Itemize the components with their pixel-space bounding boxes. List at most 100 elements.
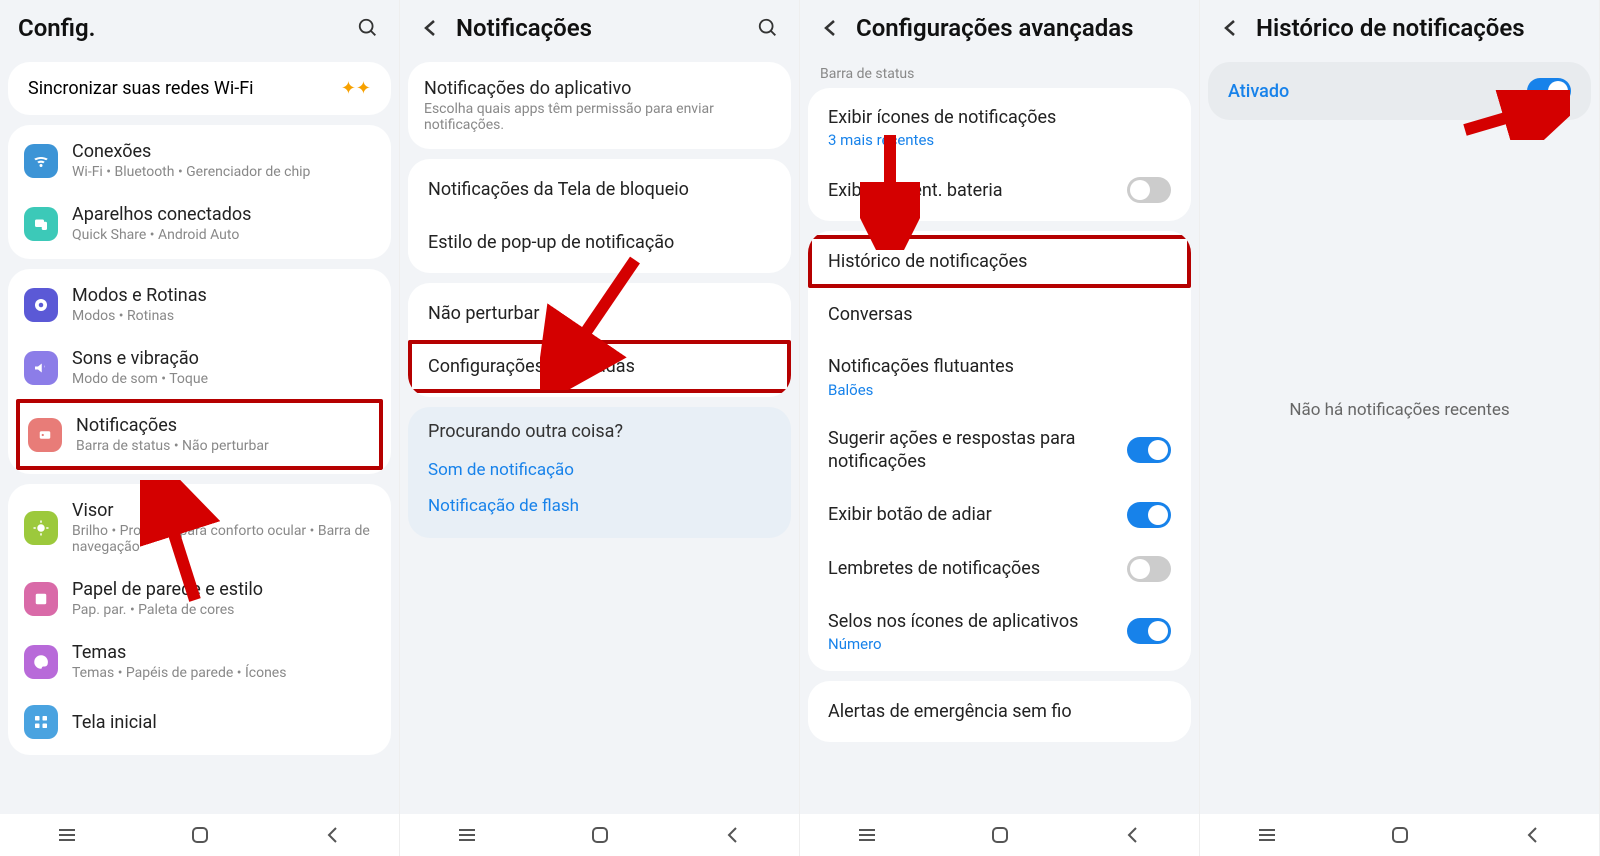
row-snooze[interactable]: Exibir botão de adiar — [808, 488, 1191, 542]
suggest-label: Sugerir ações e respostas para notificaç… — [828, 427, 1127, 474]
row-emergency-alerts[interactable]: Alertas de emergência sem fio — [808, 685, 1191, 738]
row-modes[interactable]: Modos e Rotinas Modos • Rotinas — [8, 273, 391, 336]
toggle-snooze[interactable] — [1127, 502, 1171, 528]
wifi-icon — [24, 144, 58, 178]
row-connected-devices[interactable]: Aparelhos conectados Quick Share • Andro… — [8, 192, 391, 255]
row-display[interactable]: Visor Brilho • Proteção para conforto oc… — [8, 488, 391, 567]
highlight-advanced: Configurações avançadas — [408, 340, 791, 393]
group-personalization: Modos e Rotinas Modos • Rotinas Sons e v… — [8, 269, 391, 474]
group-emergency: Alertas de emergência sem fio — [808, 681, 1191, 742]
group-notification-advanced: Não perturbar Configurações avançadas — [408, 283, 791, 397]
toggle-badges[interactable] — [1127, 618, 1171, 644]
link-flash-notification[interactable]: Notificação de flash — [428, 488, 771, 524]
toggle-suggest[interactable] — [1127, 437, 1171, 463]
row-connections[interactable]: Conexões Wi-Fi • Bluetooth • Gerenciador… — [8, 129, 391, 192]
row-lockscreen-notif[interactable]: Notificações da Tela de bloqueio — [408, 163, 791, 216]
page-title: Configurações avançadas — [856, 14, 1181, 42]
advanced-settings-panel: Configurações avançadas Barra de status … — [800, 0, 1200, 856]
app-notif-label: Notificações do aplicativo — [424, 78, 775, 99]
badges-label: Selos nos ícones de aplicativos — [828, 610, 1127, 633]
row-sound[interactable]: Sons e vibração Modo de som • Toque — [8, 336, 391, 399]
group-history-conversations: Histórico de notificações Conversas Noti… — [808, 231, 1191, 671]
reminders-label: Lembretes de notificações — [828, 557, 1127, 580]
row-dnd[interactable]: Não perturbar — [408, 287, 791, 340]
highlight-notifications: Notificações Barra de status • Não pertu… — [16, 399, 383, 470]
devices-icon — [24, 207, 58, 241]
wifi-sync-suggestion[interactable]: Sincronizar suas redes Wi-Fi ✦✦ — [8, 62, 391, 115]
toggle-activated[interactable] — [1527, 78, 1571, 104]
sound-label: Sons e vibração — [72, 348, 375, 369]
row-app-notifications[interactable]: Notificações do aplicativo Escolha quais… — [408, 66, 791, 145]
display-sub: Brilho • Proteção para conforto ocular •… — [72, 523, 375, 555]
page-title: Config. — [18, 14, 355, 42]
page-title: Histórico de notificações — [1256, 14, 1581, 42]
app-notif-sub: Escolha quais apps têm permissão para en… — [424, 101, 775, 133]
row-suggest-actions[interactable]: Sugerir ações e respostas para notificaç… — [808, 413, 1191, 488]
home-label: Tela inicial — [72, 712, 375, 733]
modes-icon — [24, 288, 58, 322]
battery-pct-label: Exibir porcent. bateria — [828, 179, 1127, 202]
badges-sub: Número — [828, 635, 1127, 653]
nav-back[interactable] — [313, 823, 353, 847]
activated-row[interactable]: Ativado — [1208, 62, 1591, 120]
sound-icon — [24, 351, 58, 385]
row-reminders[interactable]: Lembretes de notificações — [808, 542, 1191, 596]
search-icon[interactable] — [755, 15, 781, 41]
row-wallpaper[interactable]: Papel de parede e estilo Pap. par. • Pal… — [8, 567, 391, 630]
row-notification-history[interactable]: Histórico de notificações — [812, 239, 1187, 284]
nav-home[interactable] — [1380, 823, 1420, 847]
suggestion-title: Procurando outra coisa? — [428, 421, 771, 442]
nav-home[interactable] — [980, 823, 1020, 847]
navbar — [800, 814, 1199, 856]
nav-recents[interactable] — [47, 823, 87, 847]
nav-recents[interactable] — [447, 823, 487, 847]
nav-back[interactable] — [1113, 823, 1153, 847]
search-icon[interactable] — [355, 15, 381, 41]
navbar — [1200, 814, 1599, 856]
floating-sub: Balões — [828, 381, 1171, 399]
wallpaper-label: Papel de parede e estilo — [72, 579, 375, 600]
modes-sub: Modos • Rotinas — [72, 308, 375, 324]
back-icon[interactable] — [818, 15, 844, 41]
devices-label: Aparelhos conectados — [72, 204, 375, 225]
activated-label: Ativado — [1228, 81, 1527, 102]
row-battery-pct[interactable]: Exibir porcent. bateria — [808, 163, 1191, 217]
modes-label: Modos e Rotinas — [72, 285, 375, 306]
row-themes[interactable]: Temas Temas • Papéis de parede • Ícones — [8, 630, 391, 693]
row-popup-style[interactable]: Estilo de pop-up de notificação — [408, 216, 791, 269]
themes-sub: Temas • Papéis de parede • Ícones — [72, 665, 375, 681]
row-badges[interactable]: Selos nos ícones de aplicativos Número — [808, 596, 1191, 667]
suggestion-card: Procurando outra coisa? Som de notificaç… — [408, 407, 791, 538]
nav-back[interactable] — [713, 823, 753, 847]
sparkle-icon: ✦✦ — [341, 78, 371, 99]
row-home[interactable]: Tela inicial — [8, 693, 391, 751]
group-display: Visor Brilho • Proteção para conforto oc… — [8, 484, 391, 755]
home-icon — [24, 705, 58, 739]
connections-sub: Wi-Fi • Bluetooth • Gerenciador de chip — [72, 164, 375, 180]
themes-icon — [24, 645, 58, 679]
link-sound-notification[interactable]: Som de notificação — [428, 452, 771, 488]
back-icon[interactable] — [418, 15, 444, 41]
navbar — [400, 814, 799, 856]
nav-back[interactable] — [1513, 823, 1553, 847]
devices-sub: Quick Share • Android Auto — [72, 227, 375, 243]
nav-recents[interactable] — [1247, 823, 1287, 847]
highlight-history: Histórico de notificações — [808, 235, 1191, 288]
nav-home[interactable] — [580, 823, 620, 847]
toggle-battery-pct[interactable] — [1127, 177, 1171, 203]
row-floating-notif[interactable]: Notificações flutuantes Balões — [808, 341, 1191, 412]
snooze-label: Exibir botão de adiar — [828, 503, 1127, 526]
row-notifications[interactable]: Notificações Barra de status • Não pertu… — [20, 403, 379, 466]
navbar — [0, 814, 399, 856]
nav-home[interactable] — [180, 823, 220, 847]
display-label: Visor — [72, 500, 375, 521]
toggle-reminders[interactable] — [1127, 556, 1171, 582]
wallpaper-sub: Pap. par. • Paleta de cores — [72, 602, 375, 618]
row-show-notif-icons[interactable]: Exibir ícones de notificações 3 mais rec… — [808, 92, 1191, 163]
back-icon[interactable] — [1218, 15, 1244, 41]
connections-label: Conexões — [72, 141, 375, 162]
nav-recents[interactable] — [847, 823, 887, 847]
row-advanced-settings[interactable]: Configurações avançadas — [412, 344, 787, 389]
notifications-label: Notificações — [76, 415, 363, 436]
row-conversations[interactable]: Conversas — [808, 288, 1191, 341]
